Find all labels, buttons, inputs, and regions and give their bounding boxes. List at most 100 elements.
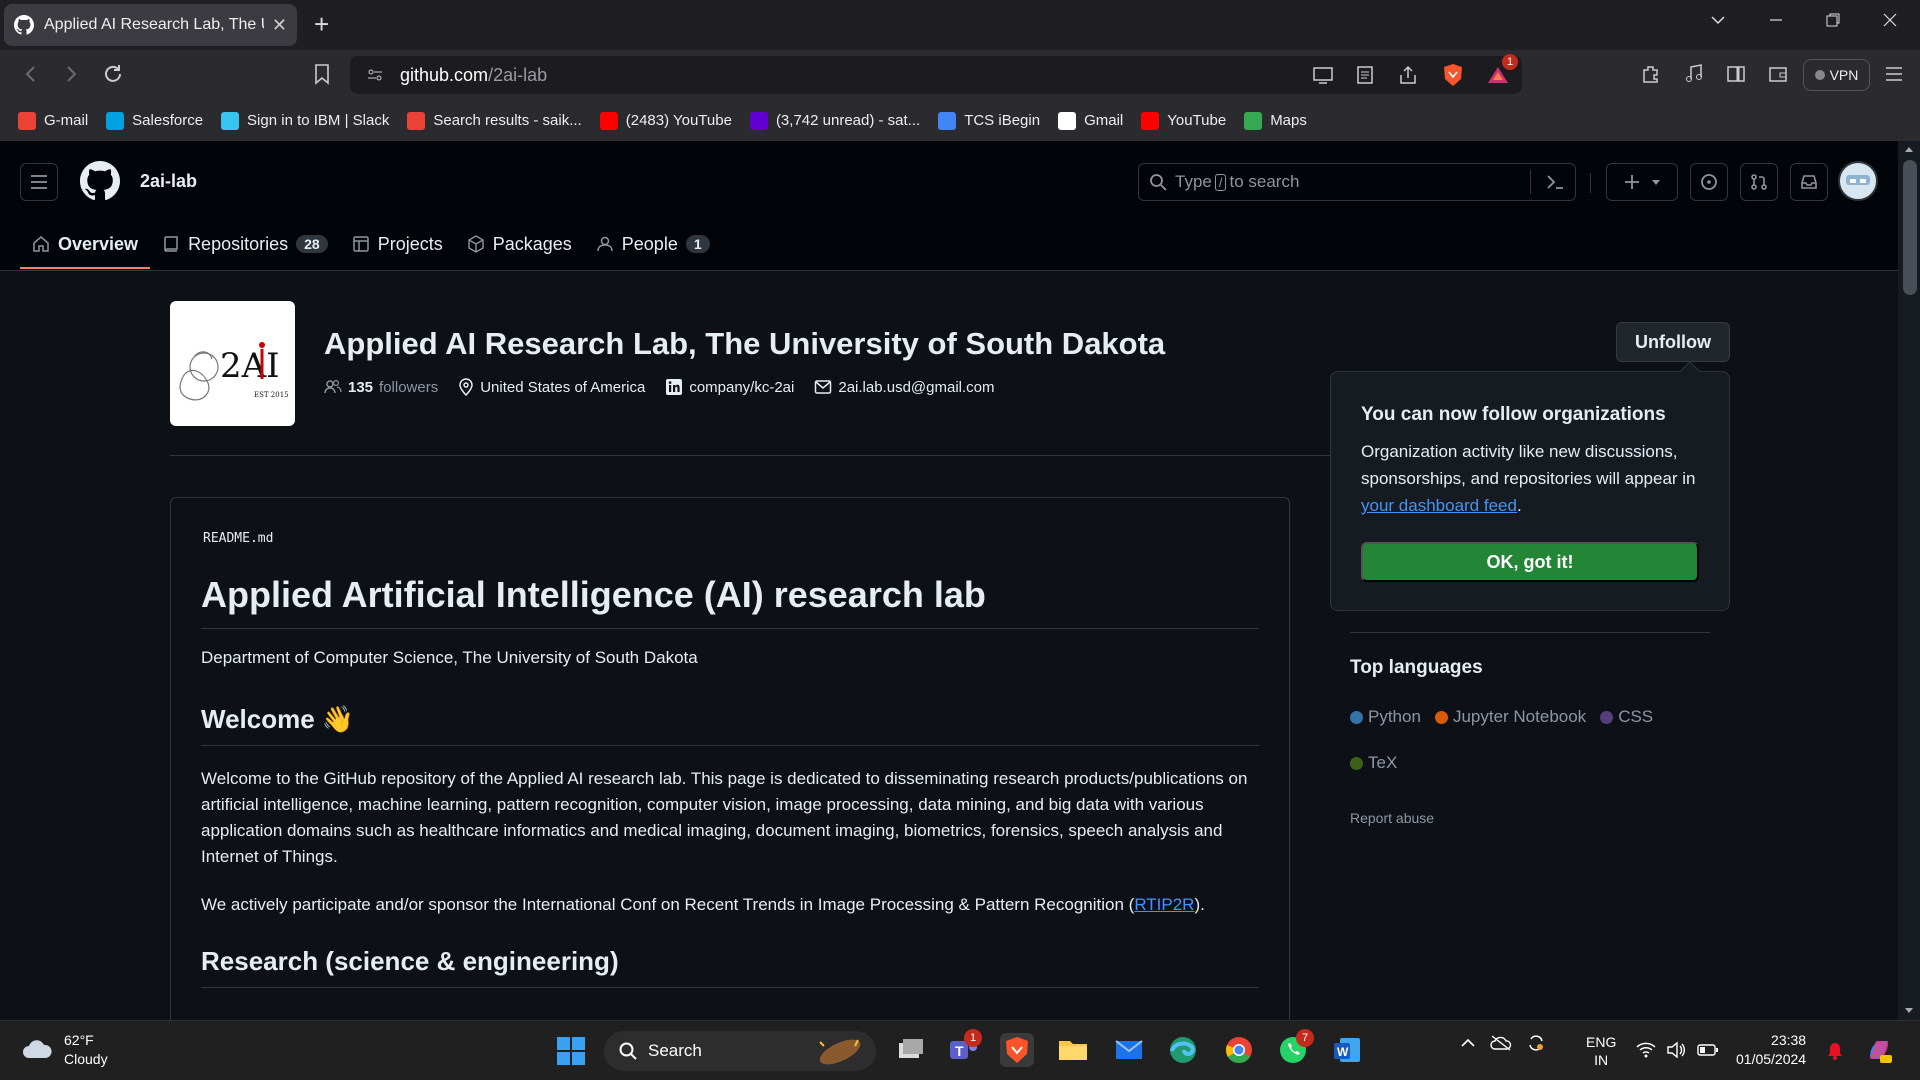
- dashboard-feed-link[interactable]: your dashboard feed: [1361, 496, 1517, 515]
- bookmark-label: Search results - saik...: [433, 112, 582, 129]
- search-input[interactable]: Type / to search: [1138, 163, 1576, 201]
- file-explorer-icon[interactable]: [1056, 1033, 1090, 1067]
- org-avatar: 2AI EST 2015: [170, 301, 295, 426]
- tab-repositories[interactable]: Repositories 28: [150, 219, 340, 269]
- hamburger-menu-button[interactable]: [20, 163, 58, 201]
- word-icon[interactable]: W: [1330, 1033, 1364, 1067]
- readme-department: Department of Computer Science, The Univ…: [201, 648, 698, 667]
- command-palette-icon[interactable]: [1545, 173, 1565, 191]
- task-view-icon[interactable]: [893, 1033, 927, 1067]
- battery-icon[interactable]: [1697, 1043, 1719, 1057]
- org-slug-link[interactable]: 2ai-lab: [140, 171, 197, 192]
- brave-shields-icon[interactable]: [1442, 63, 1464, 87]
- wallet-icon[interactable]: [1767, 63, 1789, 85]
- bookmark-label: Gmail: [1084, 112, 1124, 129]
- readme-box: README.md Applied Artificial Intelligenc…: [170, 497, 1290, 1037]
- bookmark-icon[interactable]: [312, 63, 332, 85]
- bookmark-favicon-icon: [106, 111, 125, 130]
- restore-icon[interactable]: [1825, 12, 1841, 28]
- ok-got-it-button[interactable]: OK, got it!: [1361, 542, 1699, 582]
- bookmark-item[interactable]: (3,742 unread) - sat...: [749, 111, 920, 130]
- scroll-down-icon[interactable]: [1904, 1007, 1914, 1015]
- bookmark-item[interactable]: (2483) YouTube: [599, 111, 732, 130]
- sidebar-icon[interactable]: [1725, 63, 1747, 85]
- bookmarks-bar: G-mail Salesforce Sign in to IBM | Slack Se…: [0, 100, 1920, 141]
- scroll-up-icon[interactable]: [1904, 145, 1914, 153]
- language-item[interactable]: Python: [1350, 704, 1421, 730]
- address-bar[interactable]: github.com/2ai-lab 1: [350, 54, 1522, 94]
- start-button-icon[interactable]: [554, 1034, 588, 1068]
- bookmark-item[interactable]: Maps: [1244, 111, 1307, 130]
- onedrive-offline-icon[interactable]: [1490, 1034, 1512, 1052]
- readme-filename[interactable]: README.md: [203, 531, 273, 546]
- browser-tab-strip: Applied AI Research Lab, The University …: [0, 0, 1920, 50]
- reader-mode-icon[interactable]: [1356, 65, 1374, 85]
- cast-icon[interactable]: [1312, 65, 1334, 85]
- input-language-indicator[interactable]: ENG IN: [1586, 1033, 1616, 1069]
- weather-widget[interactable]: 62°F Cloudy: [20, 1031, 108, 1069]
- readme-heading: Applied Artificial Intelligence (AI) res…: [201, 574, 1259, 629]
- mail-app-icon[interactable]: [1112, 1033, 1146, 1067]
- share-icon[interactable]: [1398, 65, 1418, 85]
- forward-icon[interactable]: [60, 63, 82, 85]
- notification-bell-icon[interactable]: [1826, 1041, 1844, 1061]
- vpn-button[interactable]: VPN: [1803, 59, 1870, 91]
- create-new-button[interactable]: [1606, 163, 1678, 201]
- email-link[interactable]: 2ai.lab.usd@gmail.com: [814, 378, 995, 396]
- edge-icon[interactable]: [1166, 1033, 1200, 1067]
- bookmark-item[interactable]: Gmail: [1058, 111, 1124, 130]
- tab-label: People: [621, 233, 678, 254]
- back-icon[interactable]: [20, 63, 42, 85]
- chevron-up-icon[interactable]: [1460, 1035, 1476, 1051]
- menu-icon[interactable]: [1884, 63, 1904, 85]
- bookmark-item[interactable]: Salesforce: [106, 111, 203, 130]
- scrollbar-thumb[interactable]: [1903, 160, 1917, 295]
- brave-taskbar-icon[interactable]: [1000, 1033, 1034, 1067]
- linkedin-link[interactable]: company/kc-2ai: [665, 378, 794, 396]
- close-window-icon[interactable]: [1882, 12, 1898, 28]
- close-tab-icon[interactable]: ✕: [272, 15, 287, 36]
- chrome-icon[interactable]: [1222, 1033, 1256, 1067]
- unfollow-button[interactable]: Unfollow: [1616, 322, 1730, 362]
- extensions-icon[interactable]: [1640, 63, 1662, 85]
- bookmark-item[interactable]: Sign in to IBM | Slack: [221, 111, 389, 130]
- bookmark-favicon-icon: [1141, 111, 1160, 130]
- tab-search-chevron-icon[interactable]: [1710, 12, 1726, 28]
- copilot-icon[interactable]: [1864, 1035, 1894, 1065]
- minimize-icon[interactable]: [1768, 12, 1784, 28]
- tab-people[interactable]: People 1: [584, 219, 722, 269]
- followers-count: 135: [348, 378, 374, 396]
- site-settings-icon[interactable]: [366, 66, 384, 84]
- org-title: Applied AI Research Lab, The University …: [324, 326, 1166, 361]
- sync-icon[interactable]: [1526, 1033, 1546, 1053]
- reload-icon[interactable]: [102, 63, 124, 85]
- media-icon[interactable]: [1683, 63, 1705, 85]
- followers-link[interactable]: 135 followers: [324, 378, 438, 396]
- tab-label: Packages: [492, 233, 572, 254]
- rtip2r-link[interactable]: RTIP2R: [1134, 895, 1194, 914]
- language-item[interactable]: Jupyter Notebook: [1434, 704, 1586, 730]
- language-item[interactable]: TeX: [1350, 750, 1397, 776]
- top-languages-heading: Top languages: [1350, 657, 1483, 678]
- user-avatar[interactable]: [1838, 161, 1878, 201]
- bookmark-item[interactable]: TCS iBegin: [938, 111, 1040, 130]
- issues-button[interactable]: [1690, 163, 1728, 201]
- search-placeholder-suffix: to search: [1229, 172, 1300, 191]
- wifi-icon[interactable]: [1636, 1041, 1656, 1059]
- system-clock[interactable]: 23:38 01/05/2024: [1736, 1031, 1806, 1069]
- pull-requests-button[interactable]: [1740, 163, 1778, 201]
- tab-projects[interactable]: Projects: [340, 219, 455, 269]
- taskbar-search[interactable]: Search: [604, 1031, 876, 1071]
- inbox-button[interactable]: [1790, 163, 1828, 201]
- browser-tab[interactable]: Applied AI Research Lab, The University …: [4, 4, 297, 46]
- tab-packages[interactable]: Packages: [455, 219, 584, 269]
- bookmark-item[interactable]: Search results - saik...: [407, 111, 582, 130]
- report-abuse-link[interactable]: Report abuse: [1350, 810, 1434, 826]
- bookmark-item[interactable]: G-mail: [18, 111, 88, 130]
- volume-icon[interactable]: [1666, 1041, 1686, 1059]
- tab-overview[interactable]: Overview: [20, 219, 151, 269]
- bookmark-item[interactable]: YouTube: [1141, 111, 1226, 130]
- language-item[interactable]: CSS: [1600, 704, 1653, 730]
- new-tab-button[interactable]: +: [314, 10, 329, 38]
- github-logo-icon[interactable]: [80, 161, 120, 201]
